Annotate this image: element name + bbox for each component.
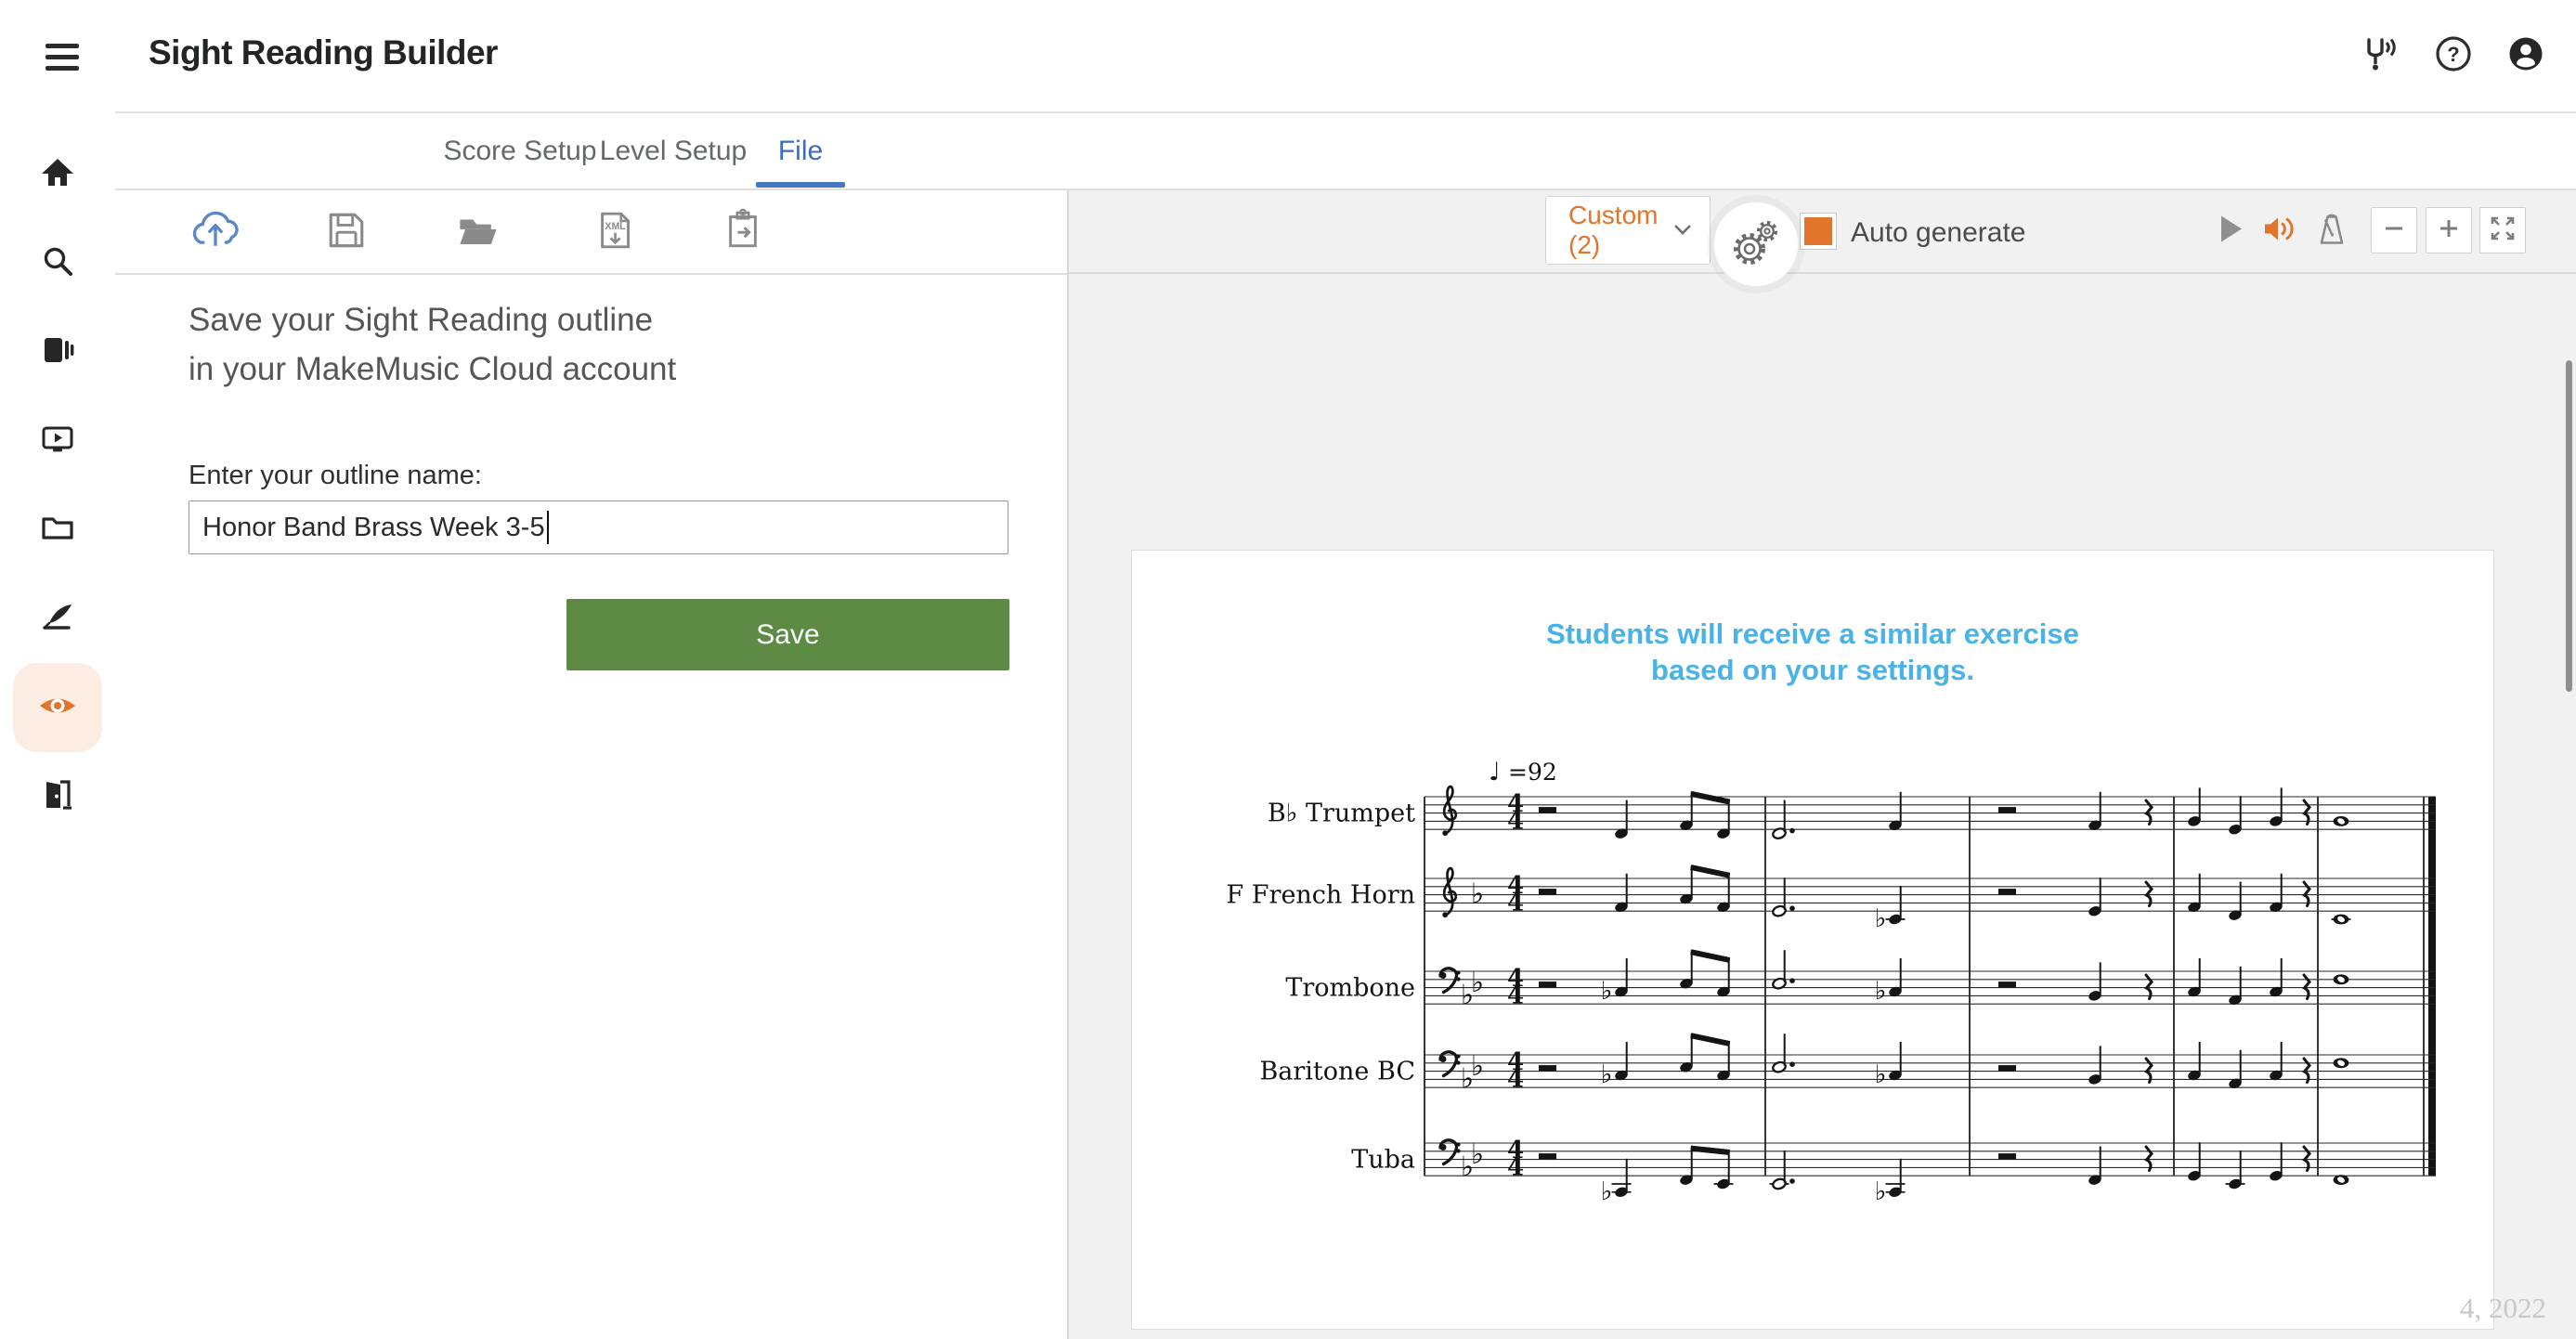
auto-generate-checkbox[interactable] xyxy=(1800,213,1837,250)
floppy-save-icon xyxy=(319,203,373,262)
play-button[interactable] xyxy=(2211,211,2248,253)
export-xml-button[interactable]: XML xyxy=(581,199,648,266)
xml-label: XML xyxy=(605,220,626,231)
cloud-save-button[interactable] xyxy=(182,199,249,266)
sidebar-item-library[interactable] xyxy=(22,317,93,387)
svg-text:B♭ Trumpet: B♭ Trumpet xyxy=(1268,800,1415,828)
fullscreen-icon xyxy=(2488,214,2517,248)
outline-name-label: Enter your outline name: xyxy=(189,461,482,491)
folder-icon xyxy=(37,507,78,552)
header-divider xyxy=(115,111,2576,113)
minus-icon xyxy=(2380,214,2408,247)
svg-text:4: 4 xyxy=(1507,982,1524,1010)
video-player-icon xyxy=(37,418,78,463)
save-file-button[interactable] xyxy=(313,199,380,266)
question-glyph: ? xyxy=(2447,43,2459,66)
preview-pane: Custom (2) Auto generate xyxy=(1069,190,2576,1339)
chevron-down-icon xyxy=(1671,216,1695,245)
active-tab-indicator xyxy=(756,182,845,188)
score-preview: ♩ =92 B♭ Trumpet 4 4 F French Horn ♭ 4 4 ♭ Trombon… xyxy=(1132,551,2495,1331)
svg-text:♭: ♭ xyxy=(1461,1062,1474,1095)
sidebar-item-home[interactable] xyxy=(22,139,93,210)
svg-text:♭: ♭ xyxy=(1471,878,1484,911)
tab-file[interactable]: File xyxy=(778,136,823,167)
speaker-icon xyxy=(2258,209,2299,254)
svg-text:Trombone: Trombone xyxy=(1285,974,1415,1003)
xml-file-icon: XML xyxy=(588,203,642,262)
metronome-button[interactable] xyxy=(2311,209,2352,254)
audio-button[interactable] xyxy=(2258,209,2299,254)
svg-text:Baritone BC: Baritone BC xyxy=(1259,1058,1415,1086)
help-button[interactable]: ? xyxy=(2427,30,2479,82)
page-title: Sight Reading Builder xyxy=(149,33,498,72)
sidebar-item-files[interactable] xyxy=(22,494,93,565)
home-icon xyxy=(37,152,78,198)
fullscreen-button[interactable] xyxy=(2479,207,2526,254)
svg-text:♭: ♭ xyxy=(1875,1177,1887,1206)
exercise-type-select[interactable]: Custom (2) xyxy=(1545,196,1711,265)
svg-text:♭: ♭ xyxy=(1461,979,1474,1011)
outline-name-input[interactable]: Honor Band Brass Week 3-5 xyxy=(189,500,1008,554)
svg-text:♭: ♭ xyxy=(1875,904,1887,933)
clipboard-export-icon xyxy=(716,203,770,262)
svg-text:4: 4 xyxy=(1507,1154,1524,1182)
cloud-upload-icon xyxy=(187,202,244,264)
heading-line-2: in your MakeMusic Cloud account xyxy=(189,344,676,394)
help-icon: ? xyxy=(2432,32,2475,80)
sidebar-item-sight-reading[interactable] xyxy=(22,672,93,743)
tab-level-setup[interactable]: Level Setup xyxy=(600,136,747,167)
sidebar-item-video[interactable] xyxy=(22,405,93,475)
svg-text:4: 4 xyxy=(1507,1066,1524,1094)
assign-button[interactable] xyxy=(709,199,776,266)
exercise-type-value: Custom (2) xyxy=(1568,201,1671,260)
sidebar-item-search[interactable] xyxy=(22,228,93,298)
zoom-in-button[interactable] xyxy=(2426,207,2472,254)
svg-text:♭: ♭ xyxy=(1601,1177,1613,1206)
tab-score-setup[interactable]: Score Setup xyxy=(443,136,596,167)
save-button[interactable]: Save xyxy=(566,599,1009,670)
auto-generate-label: Auto generate xyxy=(1851,217,2025,249)
menu-icon[interactable] xyxy=(46,44,81,79)
sight-reading-builder-app: { "app": { "title": "Sight Reading Build… xyxy=(0,0,2576,1339)
svg-text:♭: ♭ xyxy=(1875,1060,1887,1089)
account-button[interactable] xyxy=(2500,30,2552,82)
plus-icon xyxy=(2435,214,2463,247)
svg-text:♭: ♭ xyxy=(1461,1150,1474,1183)
svg-text:F French Horn: F French Horn xyxy=(1226,881,1415,910)
settings-button[interactable] xyxy=(1713,202,1799,287)
svg-text:4: 4 xyxy=(1507,808,1524,836)
checkbox-fill xyxy=(1804,217,1832,245)
sidebar xyxy=(0,0,115,1339)
svg-text:Tuba: Tuba xyxy=(1351,1146,1415,1175)
door-exit-icon xyxy=(37,774,78,820)
play-icon xyxy=(2211,211,2248,253)
zoom-out-button[interactable] xyxy=(2371,207,2417,254)
outline-name-value: Honor Band Brass Week 3-5 xyxy=(202,513,545,543)
open-folder-icon xyxy=(450,202,506,263)
panel-heading: Save your Sight Reading outline in your … xyxy=(189,295,676,394)
sidebar-item-exit[interactable] xyxy=(22,761,93,832)
svg-text:♭: ♭ xyxy=(1601,1060,1613,1089)
vertical-scrollbar[interactable] xyxy=(2566,360,2572,692)
svg-text:4: 4 xyxy=(1507,890,1524,917)
open-file-button[interactable] xyxy=(445,199,512,266)
library-icon xyxy=(37,330,78,375)
quill-pen-icon xyxy=(37,596,78,642)
svg-text:♭: ♭ xyxy=(1875,977,1887,1006)
svg-text:♭: ♭ xyxy=(1601,977,1613,1006)
eye-icon xyxy=(35,683,80,733)
heading-line-1: Save your Sight Reading outline xyxy=(189,295,676,344)
score-preview-paper: Students will receive a similar exercise… xyxy=(1131,550,2494,1330)
svg-text:♩: ♩ xyxy=(1489,758,1501,786)
sidebar-item-composition[interactable] xyxy=(22,583,93,654)
metronome-icon xyxy=(2311,209,2352,254)
tuner-button[interactable] xyxy=(2351,30,2403,82)
search-icon xyxy=(37,240,78,286)
tuner-icon xyxy=(2356,32,2399,80)
text-caret xyxy=(547,511,549,544)
svg-text:=92: =92 xyxy=(1508,759,1557,786)
gears-icon xyxy=(1725,212,1787,278)
account-icon xyxy=(2504,32,2547,80)
score-date-fragment: 4, 2022 xyxy=(2460,1292,2546,1325)
